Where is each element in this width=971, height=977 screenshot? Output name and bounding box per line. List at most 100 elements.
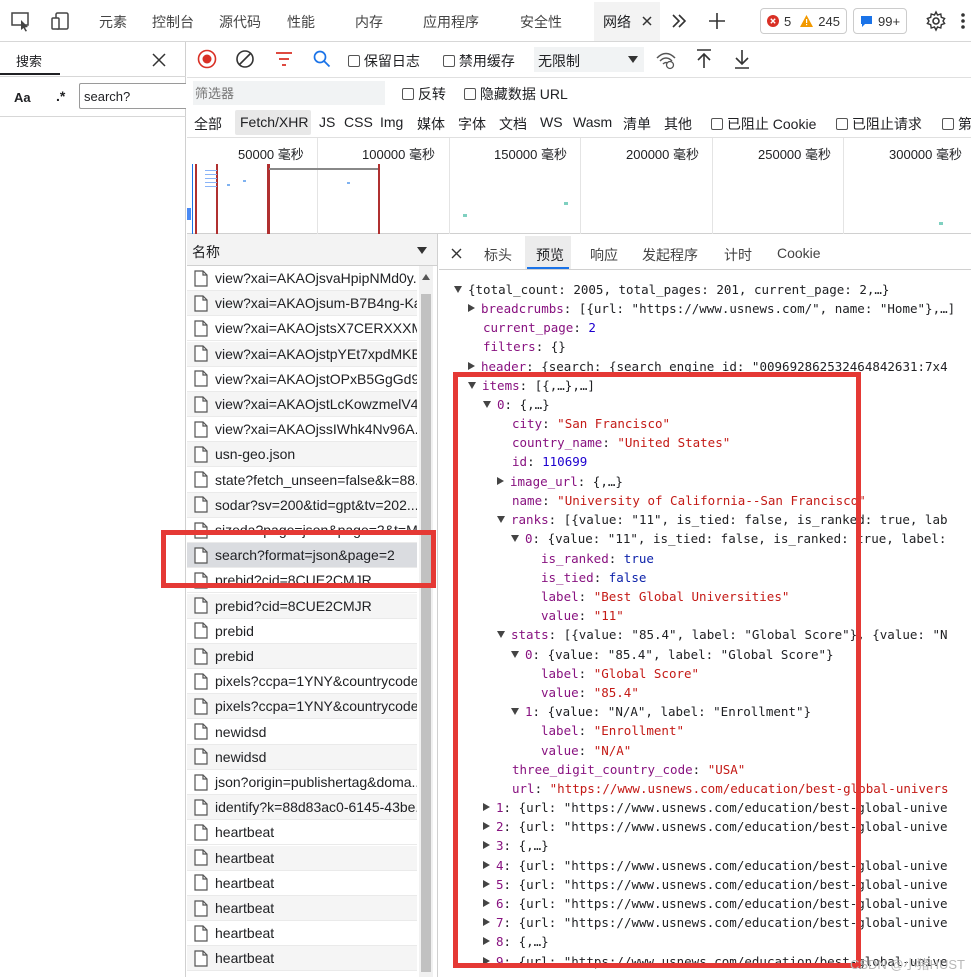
network-overview[interactable]: 50000 毫秒 100000 毫秒 150000 毫秒 200000 毫秒 2…: [187, 138, 971, 234]
tab-sources[interactable]: 源代码: [219, 12, 261, 32]
request-row[interactable]: prebid: [187, 619, 417, 644]
request-row[interactable]: newidsd: [187, 744, 417, 770]
clear-icon[interactable]: [235, 49, 255, 69]
checkbox-box[interactable]: [402, 88, 414, 100]
settings-gear-icon[interactable]: [925, 10, 947, 32]
request-row[interactable]: prebid: [187, 644, 417, 669]
request-row[interactable]: heartbeat: [187, 845, 417, 871]
highlight-box-request: [161, 530, 436, 588]
blocked-requests-checkbox[interactable]: 已阻止请求: [836, 114, 922, 134]
tab-application[interactable]: 应用程序: [423, 12, 479, 32]
request-row[interactable]: heartbeat: [187, 921, 417, 947]
request-row[interactable]: prebid?cid=8CUE2CMJR: [187, 593, 417, 619]
request-row[interactable]: json?origin=publishertag&doma...: [187, 770, 417, 795]
tab-initiator[interactable]: 发起程序: [642, 245, 698, 265]
type-wasm[interactable]: Wasm: [573, 114, 612, 130]
type-media[interactable]: 媒体: [417, 114, 445, 134]
request-row[interactable]: view?xai=AKAOjsvaHpipNMd0y...: [187, 266, 417, 291]
inspect-element-icon[interactable]: [10, 10, 32, 32]
more-options-icon[interactable]: [960, 10, 966, 32]
type-css[interactable]: CSS: [344, 114, 373, 130]
tab-elements[interactable]: 元素: [99, 12, 127, 32]
tab-timing[interactable]: 计时: [724, 245, 752, 265]
request-row[interactable]: usn-geo.json: [187, 442, 417, 468]
disable-cache-checkbox[interactable]: 禁用缓存: [443, 51, 515, 71]
request-row[interactable]: pixels?ccpa=1YNY&countrycode...: [187, 669, 417, 695]
tab-network[interactable]: 网络: [603, 12, 631, 32]
request-row[interactable]: view?xai=AKAOjstsX7CERXXXMa...: [187, 316, 417, 342]
tab-preview[interactable]: 预览: [536, 245, 564, 265]
throttling-select[interactable]: 无限制: [534, 47, 644, 72]
search-input[interactable]: [79, 83, 186, 109]
tab-performance[interactable]: 性能: [287, 12, 315, 32]
name-column-header[interactable]: 名称: [187, 234, 437, 266]
request-row[interactable]: identify?k=88d83ac0-6145-43be...: [187, 795, 417, 821]
type-img[interactable]: Img: [380, 114, 403, 130]
close-detail-icon[interactable]: [451, 248, 462, 259]
json-root[interactable]: {total_count: 2005, total_pages: 201, cu…: [454, 282, 889, 297]
checkbox-box[interactable]: [711, 118, 723, 130]
type-other[interactable]: 其他: [664, 114, 692, 134]
network-conditions-icon[interactable]: [655, 50, 677, 70]
request-row[interactable]: view?xai=AKAOjsum-B7B4ng-Ka...: [187, 291, 417, 317]
request-row[interactable]: view?xai=AKAOjstOPxB5GgGd97...: [187, 367, 417, 392]
third-party-checkbox[interactable]: 第: [942, 114, 971, 134]
regex-button[interactable]: .*: [56, 88, 65, 104]
filter-input[interactable]: [193, 81, 385, 105]
checkbox-box[interactable]: [942, 118, 954, 130]
json-breadcrumbs[interactable]: breadcrumbs: [{url: "https://www.usnews.…: [468, 301, 955, 316]
type-doc[interactable]: 文档: [499, 114, 527, 134]
type-manifest[interactable]: 清单: [623, 114, 651, 134]
checkbox-box[interactable]: [464, 88, 476, 100]
json-value: 2: [588, 320, 596, 335]
request-row[interactable]: view?xai=AKAOjstpYEt7xpdMKB...: [187, 341, 417, 367]
checkbox-box[interactable]: [443, 55, 455, 67]
preserve-log-checkbox[interactable]: 保留日志: [348, 51, 420, 71]
scrollbar-thumb[interactable]: [421, 294, 431, 972]
errors-warnings-badge[interactable]: 5 245: [760, 8, 847, 34]
request-row[interactable]: heartbeat: [187, 946, 417, 972]
hide-data-urls-checkbox[interactable]: 隐藏数据 URL: [464, 84, 568, 104]
type-all[interactable]: 全部: [194, 114, 222, 134]
add-tab-icon[interactable]: [706, 10, 728, 32]
request-row[interactable]: heartbeat: [187, 896, 417, 921]
issues-badge[interactable]: 99+: [853, 8, 908, 34]
blocked-requests-label: 已阻止请求: [851, 116, 922, 132]
tab-cookies[interactable]: Cookie: [777, 245, 821, 261]
device-toolbar-icon[interactable]: [50, 10, 72, 32]
import-har-icon[interactable]: [695, 48, 713, 70]
record-icon[interactable]: [197, 49, 217, 69]
search-icon[interactable]: [312, 49, 332, 69]
checkbox-box[interactable]: [836, 118, 848, 130]
request-row[interactable]: heartbeat: [187, 871, 417, 896]
type-font[interactable]: 字体: [458, 114, 486, 134]
request-row[interactable]: view?xai=AKAOjstLcKowzmelV4...: [187, 392, 417, 417]
request-row[interactable]: pixels?ccpa=1YNY&countrycode...: [187, 694, 417, 720]
tab-headers[interactable]: 标头: [484, 245, 512, 265]
type-fetch-xhr[interactable]: Fetch/XHR: [240, 114, 308, 130]
filter-icon[interactable]: [274, 50, 294, 68]
close-tab-icon[interactable]: [640, 14, 654, 28]
scroll-up-icon[interactable]: [422, 274, 430, 280]
request-row[interactable]: heartbeat: [187, 820, 417, 846]
tab-response[interactable]: 响应: [590, 245, 618, 265]
close-search-icon[interactable]: [150, 51, 168, 69]
search-panel: 搜索 Aa .*: [0, 42, 186, 977]
blocked-cookies-checkbox[interactable]: 已阻止 Cookie: [711, 114, 816, 134]
search-tab[interactable]: 搜索: [16, 51, 42, 70]
more-tabs-icon[interactable]: [670, 12, 688, 30]
request-row[interactable]: sodar?sv=200&tid=gpt&tv=202...: [187, 492, 417, 518]
type-ws[interactable]: WS: [540, 114, 563, 130]
tab-console[interactable]: 控制台: [152, 12, 194, 32]
match-case-button[interactable]: Aa: [14, 90, 31, 105]
checkbox-box[interactable]: [348, 55, 360, 67]
export-har-icon[interactable]: [733, 48, 751, 70]
grid-line: [843, 138, 844, 234]
request-row[interactable]: newidsd: [187, 720, 417, 745]
invert-checkbox[interactable]: 反转: [402, 84, 446, 104]
request-row[interactable]: state?fetch_unseen=false&k=88...: [187, 468, 417, 493]
tab-memory[interactable]: 内存: [355, 12, 383, 32]
tab-security[interactable]: 安全性: [520, 12, 562, 32]
type-js[interactable]: JS: [319, 114, 335, 130]
request-row[interactable]: view?xai=AKAOjssIWhk4Nv96A...: [187, 417, 417, 443]
